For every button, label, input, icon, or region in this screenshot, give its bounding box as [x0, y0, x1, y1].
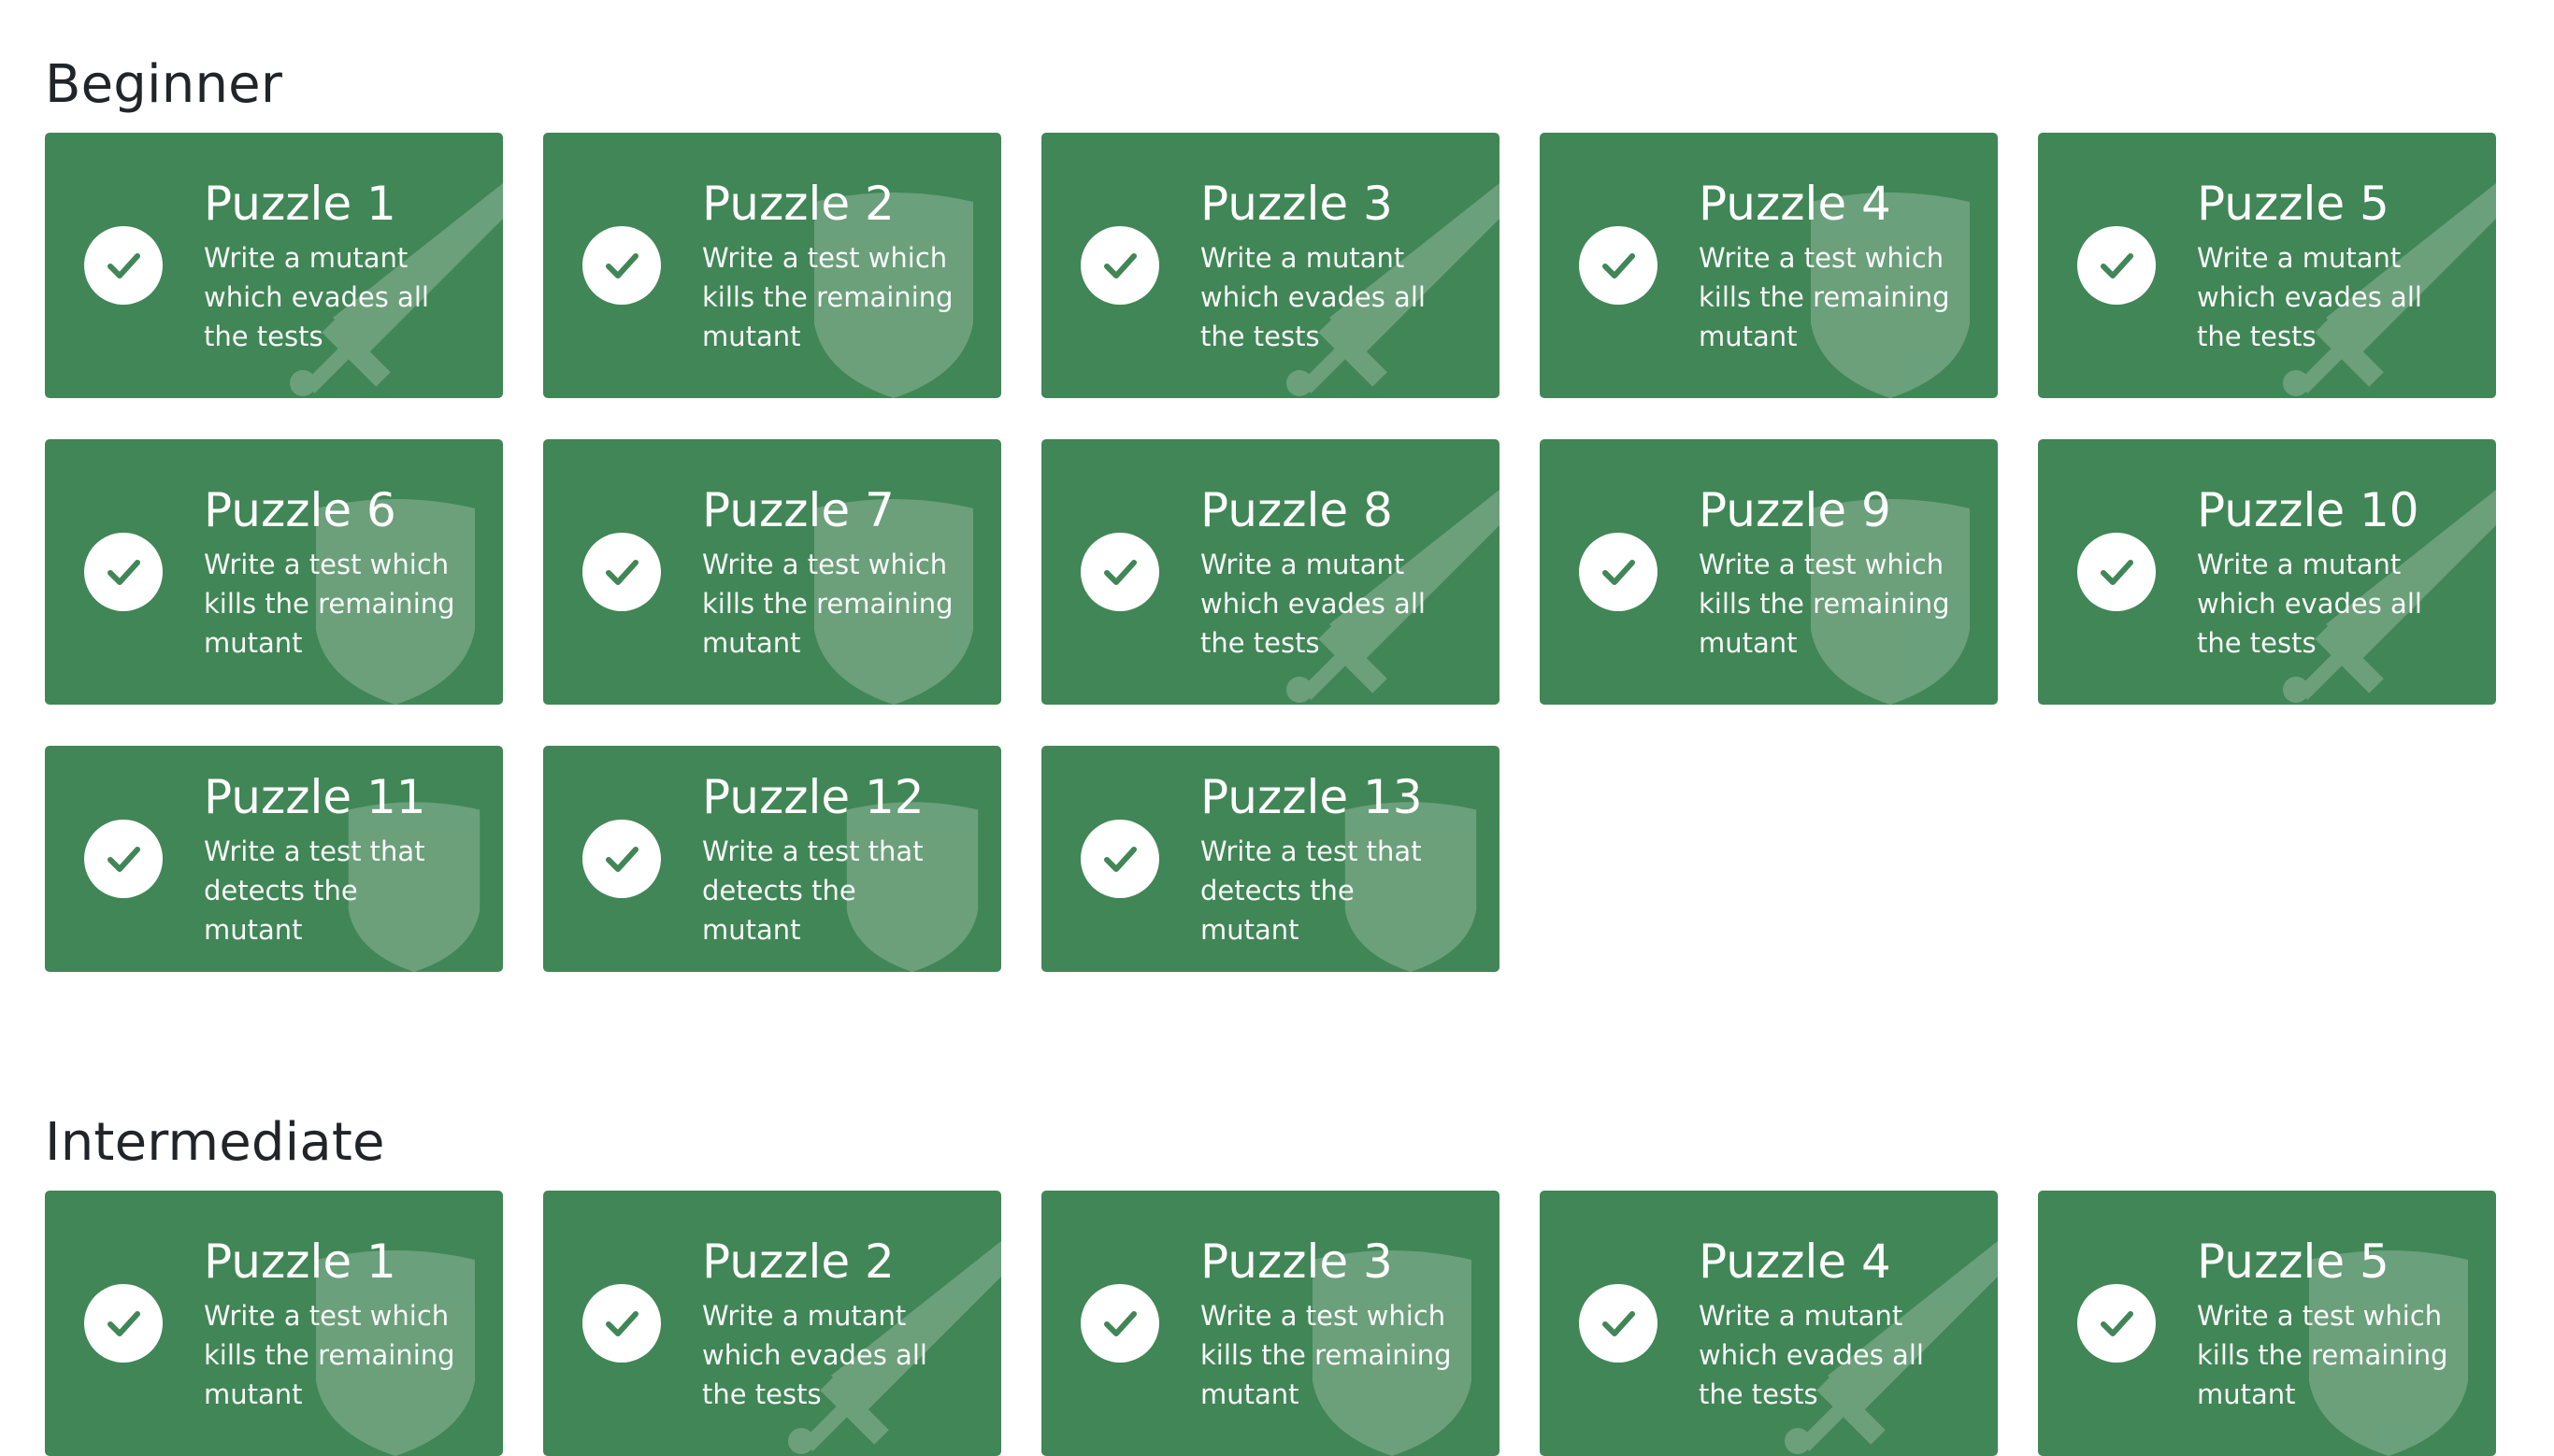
puzzle-card[interactable]: Puzzle 3 Write a mutant which evades all … [1041, 133, 1499, 398]
check-circle-icon [1579, 533, 1657, 611]
puzzle-text: Puzzle 3 Write a mutant which evades all … [1200, 175, 1483, 356]
puzzle-title: Puzzle 8 [1200, 483, 1393, 537]
puzzle-title: Puzzle 2 [702, 1235, 895, 1289]
puzzle-title: Puzzle 1 [204, 177, 396, 231]
puzzle-title: Puzzle 11 [204, 770, 426, 824]
puzzle-description: Write a mutant which evades all the test… [1200, 549, 1426, 659]
puzzle-description: Write a test which kills the remaining m… [204, 549, 455, 659]
puzzle-title: Puzzle 4 [1699, 1235, 1891, 1289]
check-circle-icon [582, 1284, 661, 1363]
puzzle-text: Puzzle 3 Write a test which kills the rem… [1200, 1233, 1483, 1414]
check-circle-icon [2077, 226, 2156, 305]
puzzle-description: Write a test which kills the remaining m… [1699, 242, 1950, 352]
section-title: Intermediate [45, 1112, 385, 1173]
puzzle-text: Puzzle 8 Write a mutant which evades all … [1200, 481, 1483, 663]
puzzle-text: Puzzle 7 Write a test which kills the rem… [702, 481, 984, 663]
puzzle-text: Puzzle 13 Write a test that detects the m… [1200, 768, 1483, 949]
puzzle-description: Write a test which kills the remaining m… [1699, 549, 1950, 659]
puzzle-text: Puzzle 1 Write a mutant which evades all … [204, 175, 486, 356]
puzzle-card[interactable]: Puzzle 11 Write a test that detects the m… [45, 746, 503, 972]
puzzle-description: Write a test which kills the remaining m… [702, 549, 954, 659]
puzzle-text: Puzzle 6 Write a test which kills the rem… [204, 481, 486, 663]
puzzle-title: Puzzle 4 [1699, 177, 1891, 231]
puzzle-text: Puzzle 2 Write a mutant which evades all … [702, 1233, 984, 1414]
puzzle-description: Write a test which kills the remaining m… [702, 242, 954, 352]
check-circle-icon [1081, 820, 1159, 898]
check-circle-icon [84, 1284, 163, 1363]
puzzle-description: Write a mutant which evades all the test… [2197, 549, 2422, 659]
puzzle-text: Puzzle 10 Write a mutant which evades all… [2197, 481, 2479, 663]
puzzle-title: Puzzle 12 [702, 770, 925, 824]
puzzle-description: Write a mutant which evades all the test… [702, 1300, 927, 1410]
check-circle-icon [84, 226, 163, 305]
puzzle-card[interactable]: Puzzle 4 Write a test which kills the rem… [1540, 133, 1998, 398]
puzzle-card[interactable]: Puzzle 5 Write a mutant which evades all … [2038, 133, 2496, 398]
puzzle-title: Puzzle 5 [2197, 1235, 2389, 1289]
puzzle-card[interactable]: Puzzle 2 Write a mutant which evades all … [543, 1191, 1001, 1456]
puzzle-card[interactable]: Puzzle 8 Write a mutant which evades all … [1041, 439, 1499, 705]
puzzle-title: Puzzle 1 [204, 1235, 396, 1289]
puzzle-title: Puzzle 3 [1200, 1235, 1393, 1289]
puzzle-text: Puzzle 12 Write a test that detects the m… [702, 768, 984, 949]
puzzle-card[interactable]: Puzzle 6 Write a test which kills the rem… [45, 439, 503, 705]
check-circle-icon [84, 820, 163, 898]
puzzle-title: Puzzle 5 [2197, 177, 2389, 231]
puzzle-text: Puzzle 5 Write a test which kills the rem… [2197, 1233, 2479, 1414]
puzzle-card[interactable]: Puzzle 4 Write a mutant which evades all … [1540, 1191, 1998, 1456]
check-circle-icon [582, 226, 661, 305]
puzzle-description: Write a test which kills the remaining m… [2197, 1300, 2448, 1410]
puzzle-title: Puzzle 2 [702, 177, 895, 231]
puzzle-text: Puzzle 5 Write a mutant which evades all … [2197, 175, 2479, 356]
check-circle-icon [1081, 533, 1159, 611]
check-circle-icon [2077, 533, 2156, 611]
puzzle-description: Write a mutant which evades all the test… [204, 242, 429, 352]
puzzle-title: Puzzle 10 [2197, 483, 2419, 537]
puzzle-card[interactable]: Puzzle 10 Write a mutant which evades all… [2038, 439, 2496, 705]
puzzle-card[interactable]: Puzzle 5 Write a test which kills the rem… [2038, 1191, 2496, 1456]
puzzle-description: Write a mutant which evades all the test… [1699, 1300, 1924, 1410]
puzzle-description: Write a test that detects the mutant [1200, 835, 1422, 946]
section-beginner: Beginner Puzzle 1 Write a mutant which ev… [45, 49, 2509, 972]
puzzle-text: Puzzle 4 Write a test which kills the rem… [1699, 175, 1981, 356]
puzzle-description: Write a test that detects the mutant [702, 835, 924, 946]
check-circle-icon [1081, 1284, 1159, 1363]
puzzle-card[interactable]: Puzzle 3 Write a test which kills the rem… [1041, 1191, 1499, 1456]
puzzle-grid: Puzzle 1 Write a mutant which evades all … [45, 133, 2509, 972]
check-circle-icon [1579, 1284, 1657, 1363]
puzzle-grid: Puzzle 1 Write a test which kills the rem… [45, 1191, 2509, 1456]
check-circle-icon [1081, 226, 1159, 305]
check-circle-icon [582, 533, 661, 611]
puzzle-text: Puzzle 9 Write a test which kills the rem… [1699, 481, 1981, 663]
puzzle-card[interactable]: Puzzle 9 Write a test which kills the rem… [1540, 439, 1998, 705]
puzzle-title: Puzzle 9 [1699, 483, 1891, 537]
puzzle-text: Puzzle 11 Write a test that detects the m… [204, 768, 486, 949]
puzzle-card[interactable]: Puzzle 1 Write a test which kills the rem… [45, 1191, 503, 1456]
puzzle-card[interactable]: Puzzle 12 Write a test that detects the m… [543, 746, 1001, 972]
check-circle-icon [582, 820, 661, 898]
puzzle-description: Write a test which kills the remaining m… [1200, 1300, 1452, 1410]
puzzle-description: Write a test that detects the mutant [204, 835, 425, 946]
check-circle-icon [2077, 1284, 2156, 1363]
puzzle-title: Puzzle 7 [702, 483, 895, 537]
puzzle-text: Puzzle 4 Write a mutant which evades all … [1699, 1233, 1981, 1414]
section-title: Beginner [45, 54, 283, 115]
puzzle-description: Write a test which kills the remaining m… [204, 1300, 455, 1410]
puzzle-text: Puzzle 2 Write a test which kills the rem… [702, 175, 984, 356]
puzzle-card[interactable]: Puzzle 1 Write a mutant which evades all … [45, 133, 503, 398]
puzzle-description: Write a mutant which evades all the test… [1200, 242, 1426, 352]
puzzle-card[interactable]: Puzzle 7 Write a test which kills the rem… [543, 439, 1001, 705]
puzzle-description: Write a mutant which evades all the test… [2197, 242, 2422, 352]
puzzle-card[interactable]: Puzzle 13 Write a test that detects the m… [1041, 746, 1499, 972]
puzzle-title: Puzzle 13 [1200, 770, 1423, 824]
section-intermediate: Intermediate Puzzle 1 Write a test which … [45, 1106, 2509, 1456]
puzzle-title: Puzzle 6 [204, 483, 396, 537]
puzzle-card[interactable]: Puzzle 2 Write a test which kills the rem… [543, 133, 1001, 398]
check-circle-icon [84, 533, 163, 611]
check-circle-icon [1579, 226, 1657, 305]
puzzle-text: Puzzle 1 Write a test which kills the rem… [204, 1233, 486, 1414]
puzzle-title: Puzzle 3 [1200, 177, 1393, 231]
